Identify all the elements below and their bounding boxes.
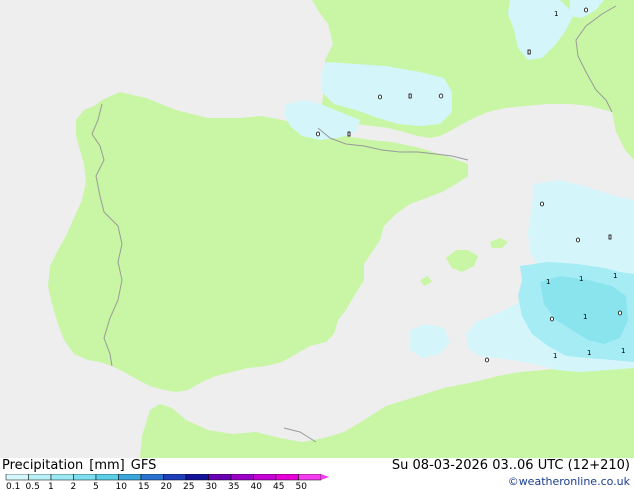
run-info: Su 08-03-2026 03..06 UTC (12+210) [391,458,630,473]
title-model: GFS [130,458,157,473]
rain-value-label: 1 [583,313,587,321]
rain-marker [608,234,612,240]
rain-marker [550,316,555,322]
legend-swatch [253,474,277,481]
legend-arrow [321,474,329,480]
title-unit: [mm] [89,458,125,473]
legend-value-label: 50 [296,482,308,490]
rain-marker [484,357,489,363]
precipitation-legend: 0.1 0.5 1 2 5 10 15 20 25 30 35 40 45 50 [5,474,329,490]
legend-value-label: 30 [206,482,218,490]
precipitation-map: 1 1 1 1 1 1 1 1 [0,0,634,458]
legend-value-label: 40 [251,482,263,490]
legend-swatch [298,474,322,481]
legend-value-label: 15 [138,482,149,490]
legend-value-label: 35 [228,482,239,490]
legend-value-label: 10 [116,482,128,490]
legend-value-label: 0.1 [6,482,20,490]
legend-value-label: 1 [48,482,54,490]
rain-value-label: 1 [613,272,617,280]
rain-value-label: 1 [554,10,558,18]
legend-swatch [140,474,164,481]
map-title: Precipitation [mm] GFS [2,458,162,473]
footer: Precipitation [mm] GFS Su 08-03-2026 03..0… [0,458,634,490]
rain-marker [347,131,351,137]
rain-value-label: 1 [579,275,583,283]
legend-swatch [185,474,209,481]
rain-value-label: 1 [621,347,625,355]
rain-marker [315,131,320,137]
rain-marker [377,94,382,100]
legend-swatch [118,474,142,481]
legend-swatch [275,474,299,481]
rain-marker [618,310,623,316]
legend-swatches [5,474,329,481]
rain-marker [408,93,412,99]
legend-value-label: 20 [161,482,173,490]
rain-marker [540,201,545,207]
legend-value-label: 25 [183,482,194,490]
legend-swatch [208,474,232,481]
legend-labels: 0.1 0.5 1 2 5 10 15 20 25 30 35 40 45 50 [6,482,307,490]
credit-link[interactable]: ©weatheronline.co.uk [508,475,630,488]
legend-swatch [5,474,29,481]
legend-value-label: 45 [273,482,284,490]
legend-swatch [50,474,74,481]
rain-value-label: 1 [553,352,557,360]
rain-marker [584,7,589,13]
rain-marker [527,49,531,55]
legend-swatch [230,474,254,481]
legend-swatch [163,474,187,481]
legend-swatch [73,474,97,481]
title-parameter: Precipitation [2,458,84,473]
legend-swatch [28,474,52,481]
rain-value-label: 1 [587,349,591,357]
legend-swatch [95,474,119,481]
legend-value-label: 2 [71,482,77,490]
legend-value-label: 0.5 [26,482,40,490]
rain-value-label: 1 [546,278,550,286]
rain-marker [576,237,581,243]
legend-value-label: 5 [93,482,99,490]
rain-marker [438,93,444,99]
